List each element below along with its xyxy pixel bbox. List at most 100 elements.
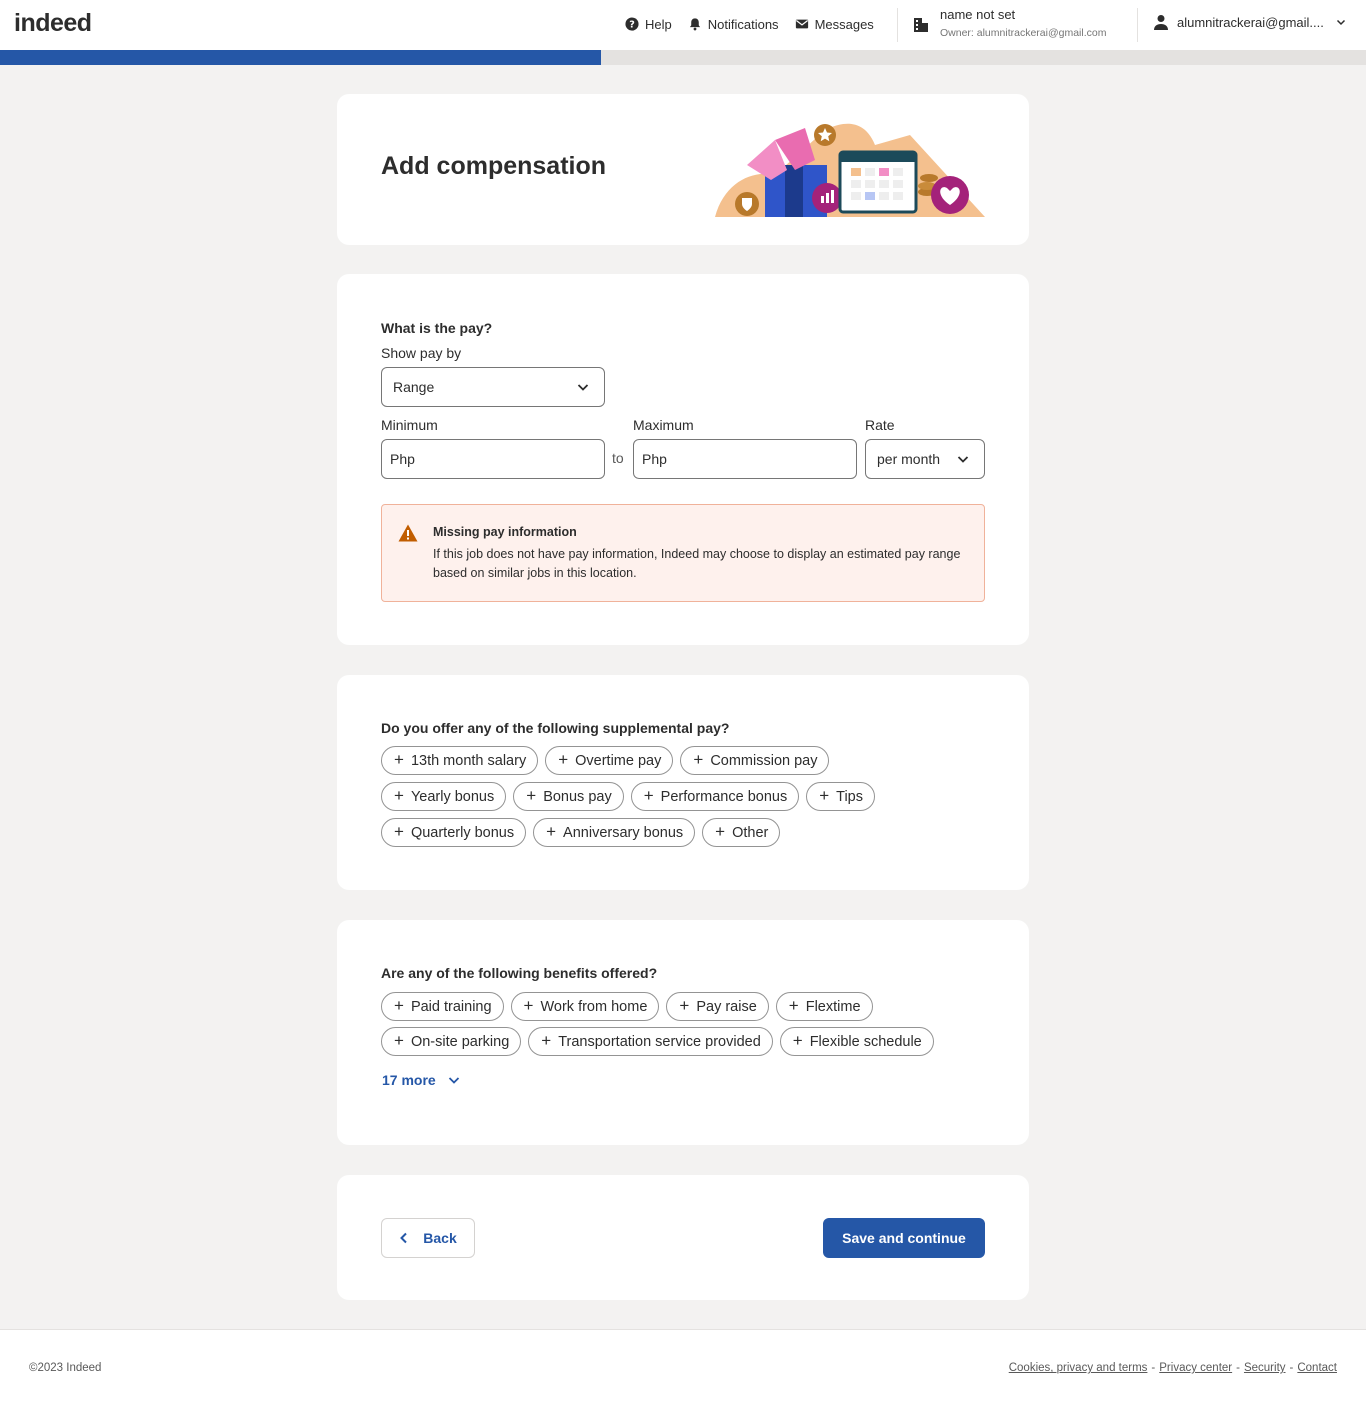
alert-body: If this job does not have pay informatio… bbox=[433, 547, 961, 580]
chip-commission-pay[interactable]: + Commission pay bbox=[680, 746, 830, 775]
header-divider bbox=[897, 8, 898, 42]
chevron-down-icon bbox=[577, 384, 589, 391]
chip-label: Bonus pay bbox=[543, 788, 612, 805]
chip-label: Commission pay bbox=[710, 752, 818, 769]
chevron-down-icon bbox=[448, 1077, 459, 1084]
maximum-label: Maximum bbox=[633, 417, 694, 433]
footer-link-cookies[interactable]: Cookies, privacy and terms bbox=[1009, 1362, 1148, 1374]
company-switcher[interactable]: name not set Owner: alumnitrackerai@gmai… bbox=[912, 7, 1106, 43]
pay-question: What is the pay? bbox=[381, 320, 493, 336]
chip-bonus-pay[interactable]: + Bonus pay bbox=[513, 782, 624, 811]
progress-bar bbox=[0, 50, 1366, 65]
plus-icon: + bbox=[792, 1031, 803, 1050]
save-and-continue-button[interactable]: Save and continue bbox=[823, 1218, 985, 1258]
chip-label: Anniversary bonus bbox=[563, 824, 684, 841]
help-link[interactable]: ? Help bbox=[625, 17, 672, 32]
chip-quarterly-bonus[interactable]: + Quarterly bonus bbox=[381, 818, 527, 847]
page-footer: ©2023 Indeed Cookies, privacy and terms … bbox=[0, 1329, 1366, 1406]
progress-fill bbox=[0, 50, 602, 65]
header-divider bbox=[1137, 8, 1138, 42]
envelope-icon bbox=[795, 19, 808, 29]
footer-separator: - bbox=[1289, 1362, 1294, 1374]
footer-link-privacy-center[interactable]: Privacy center bbox=[1159, 1362, 1232, 1374]
chip-transportation-service[interactable]: + Transportation service provided bbox=[528, 1027, 773, 1056]
actions-card: Back Save and continue bbox=[337, 1175, 1029, 1300]
rate-select[interactable]: per month bbox=[865, 439, 985, 479]
chip-other[interactable]: + Other bbox=[702, 818, 781, 847]
person-icon bbox=[1154, 15, 1168, 30]
chip-overtime-pay[interactable]: + Overtime pay bbox=[545, 746, 674, 775]
benefits-question: Are any of the following benefits offere… bbox=[381, 965, 658, 981]
pay-card: What is the pay? Show pay by Range Minim… bbox=[337, 274, 1029, 645]
alert-title: Missing pay information bbox=[433, 525, 577, 539]
help-icon: ? bbox=[625, 17, 639, 31]
plus-icon: + bbox=[394, 786, 404, 805]
chip-pay-raise[interactable]: + Pay raise bbox=[666, 992, 769, 1021]
plus-icon: + bbox=[526, 786, 537, 805]
show-pay-by-value: Range bbox=[393, 379, 435, 395]
chip-flextime[interactable]: + Flextime bbox=[775, 992, 873, 1021]
show-pay-by-select[interactable]: Range bbox=[381, 367, 605, 407]
show-pay-by-label: Show pay by bbox=[381, 345, 462, 361]
title-card: Add compensation bbox=[337, 94, 1029, 245]
chevron-left-icon bbox=[400, 1232, 407, 1244]
back-button[interactable]: Back bbox=[381, 1218, 475, 1258]
supplemental-pay-card: Do you offer any of the following supple… bbox=[337, 675, 1029, 890]
chip-paid-training[interactable]: + Paid training bbox=[381, 992, 504, 1021]
top-header: indeed ? Help Notifications Messages nam… bbox=[0, 0, 1366, 50]
chip-yearly-bonus[interactable]: + Yearly bonus bbox=[381, 782, 507, 811]
more-label: 17 more bbox=[382, 1072, 436, 1088]
account-menu[interactable]: alumnitrackerai@gmail.... bbox=[1153, 14, 1346, 30]
footer-link-contact[interactable]: Contact bbox=[1297, 1362, 1337, 1374]
footer-separator: - bbox=[1236, 1362, 1240, 1374]
chip-anniversary-bonus[interactable]: + Anniversary bonus bbox=[533, 818, 696, 847]
building-icon bbox=[914, 18, 928, 32]
warning-icon bbox=[398, 524, 418, 542]
minimum-label: Minimum bbox=[381, 417, 438, 433]
chip-flexible-schedule[interactable]: + Flexible schedule bbox=[779, 1027, 934, 1056]
chip-label: Flexible schedule bbox=[809, 1033, 922, 1050]
chip-label: Performance bonus bbox=[660, 788, 788, 805]
chip-label: Paid training bbox=[410, 998, 492, 1015]
chip-13th-month-salary[interactable]: +13th month salary bbox=[381, 746, 539, 775]
indeed-logo[interactable]: indeed bbox=[14, 9, 92, 38]
chip-on-site-parking[interactable]: + On-site parking bbox=[381, 1027, 522, 1056]
maximum-input[interactable]: Php bbox=[633, 439, 857, 479]
show-more-benefits[interactable]: 17 more bbox=[382, 1072, 460, 1088]
benefits-card: Are any of the following benefits offere… bbox=[337, 920, 1029, 1145]
company-name: name not set bbox=[940, 7, 1016, 22]
plus-icon: + bbox=[394, 996, 404, 1015]
chip-label: Flextime bbox=[805, 998, 861, 1015]
plus-icon: + bbox=[715, 822, 726, 841]
supplemental-chip-list: +13th month salary + Overtime pay + Commis… bbox=[381, 746, 921, 847]
compensation-illustration bbox=[715, 123, 985, 217]
to-separator: to bbox=[612, 450, 624, 466]
plus-icon: + bbox=[541, 1031, 552, 1050]
footer-links: Cookies, privacy and terms - Privacy cen… bbox=[1009, 1362, 1337, 1374]
chip-work-from-home[interactable]: + Work from home bbox=[510, 992, 660, 1021]
chevron-down-icon bbox=[1336, 19, 1345, 26]
plus-icon: + bbox=[546, 822, 557, 841]
messages-link[interactable]: Messages bbox=[795, 17, 874, 32]
missing-pay-alert: Missing pay information If this job does… bbox=[381, 504, 985, 602]
company-owner: Owner: alumnitrackerai@gmail.com bbox=[940, 27, 1107, 39]
plus-icon: + bbox=[643, 786, 654, 805]
header-nav: ? Help Notifications Messages bbox=[625, 0, 874, 48]
rate-label: Rate bbox=[865, 417, 895, 433]
chip-label: Quarterly bonus bbox=[410, 824, 515, 841]
chip-label: Other bbox=[732, 824, 769, 841]
footer-link-security[interactable]: Security bbox=[1244, 1362, 1286, 1374]
plus-icon: + bbox=[679, 996, 690, 1015]
account-email: alumnitrackerai@gmail.... bbox=[1177, 14, 1324, 30]
notifications-link[interactable]: Notifications bbox=[688, 17, 779, 32]
chip-tips[interactable]: + Tips bbox=[806, 782, 875, 811]
plus-icon: + bbox=[394, 822, 404, 841]
chip-performance-bonus[interactable]: + Performance bonus bbox=[630, 782, 800, 811]
minimum-input[interactable]: Php bbox=[381, 439, 605, 479]
back-label: Back bbox=[423, 1230, 457, 1246]
benefits-chip-list: + Paid training + Work from home + Pay rais… bbox=[381, 992, 985, 1056]
plus-icon: + bbox=[788, 996, 799, 1015]
supplemental-question: Do you offer any of the following supple… bbox=[381, 720, 730, 736]
footer-separator: - bbox=[1151, 1362, 1156, 1374]
page-title: Add compensation bbox=[381, 152, 607, 180]
